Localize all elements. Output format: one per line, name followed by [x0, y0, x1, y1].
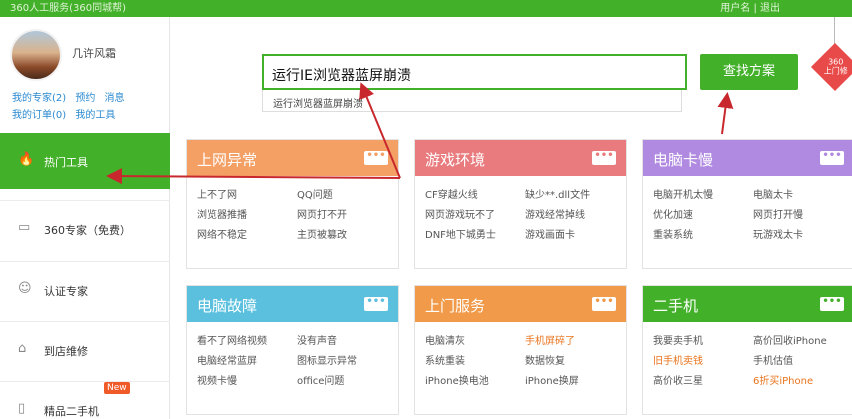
card-link[interactable]: 重装系统	[653, 226, 753, 246]
card-link[interactable]: 浏览器推播	[197, 206, 297, 226]
arrow-to-find-button	[717, 92, 734, 135]
card-header[interactable]: 二手机 •••	[643, 286, 852, 322]
link-messages[interactable]: 消息	[105, 93, 125, 104]
card-link[interactable]: iPhone换电池	[425, 372, 525, 392]
card-link[interactable]: 高价回收iPhone	[753, 332, 852, 352]
sidebar-item-label: 到店维修	[44, 345, 88, 358]
sidebar-item-label: 热门工具	[44, 156, 88, 169]
card-header[interactable]: 电脑故障 •••	[187, 286, 398, 322]
user-name: 几许风霜	[72, 47, 116, 60]
card-title: 二手机	[653, 297, 699, 315]
more-icon[interactable]: •••	[820, 151, 844, 165]
sidebar-item-360-expert[interactable]: ▭ 360专家（免费）	[0, 200, 170, 256]
card-link[interactable]: 系统重装	[425, 352, 525, 372]
link-my-tools[interactable]: 我的工具	[75, 110, 115, 121]
more-icon[interactable]: •••	[592, 151, 616, 165]
card-link[interactable]: 手机估值	[753, 352, 852, 372]
card-link[interactable]: 玩游戏太卡	[753, 226, 852, 246]
card-link[interactable]: 数据恢复	[525, 352, 625, 372]
card-header[interactable]: 上门服务 •••	[415, 286, 626, 322]
card-header[interactable]: 电脑卡慢 •••	[643, 140, 852, 176]
card-link[interactable]: 上不了网	[197, 186, 297, 206]
card-link[interactable]: 电脑太卡	[753, 186, 852, 206]
card-link[interactable]: 手机屏碎了	[525, 332, 625, 352]
card-link[interactable]: 视频卡慢	[197, 372, 297, 392]
card-link[interactable]: 电脑开机太慢	[653, 186, 753, 206]
card-link[interactable]: iPhone换屏	[525, 372, 625, 392]
card-onsite-service: 上门服务 ••• 电脑清灰 手机屏碎了 系统重装 数据恢复 iPhone换电池 iPhone换…	[414, 285, 627, 415]
360-onsite-badge-text: 360 上门修	[823, 57, 848, 76]
card-title: 游戏环境	[425, 151, 486, 169]
new-badge: New	[104, 382, 130, 394]
card-pc-faults: 电脑故障 ••• 看不了网络视频 没有声音 电脑经常蓝屏 图标显示异常 视频卡慢 office…	[186, 285, 399, 415]
card-network-issues: 上网异常 ••• 上不了网 QQ问题 浏览器推播 网页打不开 网络不稳定 主页被篡改	[186, 139, 399, 269]
card-link[interactable]: 没有声音	[297, 332, 397, 352]
card-header[interactable]: 上网异常 •••	[187, 140, 398, 176]
card-used-phones: 二手机 ••• 我要卖手机 高价回收iPhone 旧手机卖钱 手机估值 高价收三星 6折买iP…	[642, 285, 852, 415]
card-header[interactable]: 游戏环境 •••	[415, 140, 626, 176]
card-link[interactable]: 看不了网络视频	[197, 332, 297, 352]
search-input-value: 运行IE浏览器蓝屏崩溃	[272, 68, 411, 84]
sidebar-item-label: 精品二手机	[44, 405, 99, 418]
card-link[interactable]: 图标显示异常	[297, 352, 397, 372]
card-link[interactable]: 游戏画面卡	[525, 226, 625, 246]
search-input[interactable]: 运行IE浏览器蓝屏崩溃	[262, 54, 687, 90]
card-title: 电脑故障	[197, 297, 258, 315]
more-icon[interactable]: •••	[592, 297, 616, 311]
fire-icon: 🔥	[18, 152, 35, 167]
phone-icon: ▯	[18, 401, 26, 416]
card-link[interactable]: QQ问题	[297, 186, 397, 206]
top-bar: 360人工服务(360同城帮) 用户名 | 退出	[0, 0, 852, 17]
360-onsite-badge[interactable]: 360 上门修	[810, 42, 852, 92]
card-link[interactable]: 电脑经常蓝屏	[197, 352, 297, 372]
card-title: 上网异常	[197, 151, 258, 169]
sidebar: 几许风霜 我的专家(2) 预约 消息 我的订单(0) 我的工具 🔥 热门工具 ▭…	[0, 17, 170, 419]
avatar[interactable]	[10, 29, 62, 81]
card-link[interactable]: 高价收三星	[653, 372, 753, 392]
card-link[interactable]: 旧手机卖钱	[653, 352, 753, 372]
link-my-experts[interactable]: 我的专家(2)	[12, 93, 66, 104]
sidebar-item-store-repair[interactable]: ⌂ 到店维修	[0, 321, 170, 377]
card-link[interactable]: 网页打开慢	[753, 206, 852, 226]
card-link[interactable]: 优化加速	[653, 206, 753, 226]
card-link[interactable]: 电脑清灰	[425, 332, 525, 352]
card-link[interactable]: 6折买iPhone	[753, 372, 852, 392]
link-my-orders[interactable]: 我的订单(0)	[12, 110, 66, 121]
card-link[interactable]: office问题	[297, 372, 397, 392]
top-bar-user[interactable]: 用户名 | 退出	[720, 0, 780, 17]
card-link[interactable]: 游戏经常掉线	[525, 206, 625, 226]
more-icon[interactable]: •••	[364, 297, 388, 311]
sidebar-item-label: 认证专家	[44, 285, 88, 298]
sidebar-item-certified-experts[interactable]: ☺ 认证专家	[0, 261, 170, 317]
card-link[interactable]: 缺少**.dll文件	[525, 186, 625, 206]
more-icon[interactable]: •••	[364, 151, 388, 165]
link-appointments[interactable]: 预约	[75, 93, 95, 104]
card-link[interactable]: 网页打不开	[297, 206, 397, 226]
card-link[interactable]: CF穿越火线	[425, 186, 525, 206]
find-solution-button[interactable]: 查找方案	[700, 54, 798, 90]
card-title: 上门服务	[425, 297, 486, 315]
person-icon: ☺	[18, 281, 32, 296]
card-link[interactable]: 网页游戏玩不了	[425, 206, 525, 226]
card-game-environment: 游戏环境 ••• CF穿越火线 缺少**.dll文件 网页游戏玩不了 游戏经常掉线 DNF地…	[414, 139, 627, 269]
card-link[interactable]: DNF地下城勇士	[425, 226, 525, 246]
more-icon[interactable]: •••	[820, 297, 844, 311]
card-link[interactable]: 网络不稳定	[197, 226, 297, 246]
top-bar-title: 360人工服务(360同城帮)	[10, 3, 126, 14]
card-title: 电脑卡慢	[653, 151, 714, 169]
card-link[interactable]: 我要卖手机	[653, 332, 753, 352]
search-suggestion[interactable]: 运行浏览器蓝屏崩溃	[262, 90, 682, 112]
user-links: 我的专家(2) 预约 消息 我的订单(0) 我的工具	[12, 90, 162, 124]
sidebar-item-label: 360专家（免费）	[44, 224, 131, 237]
store-icon: ⌂	[18, 341, 27, 356]
monitor-icon: ▭	[18, 220, 31, 235]
card-pc-slow: 电脑卡慢 ••• 电脑开机太慢 电脑太卡 优化加速 网页打开慢 重装系统 玩游戏太卡	[642, 139, 852, 269]
sidebar-item-hot-tools[interactable]: 🔥 热门工具	[0, 133, 170, 189]
sidebar-item-used-phones[interactable]: ▯ 精品二手机 New	[0, 381, 170, 419]
card-link[interactable]: 主页被篡改	[297, 226, 397, 246]
